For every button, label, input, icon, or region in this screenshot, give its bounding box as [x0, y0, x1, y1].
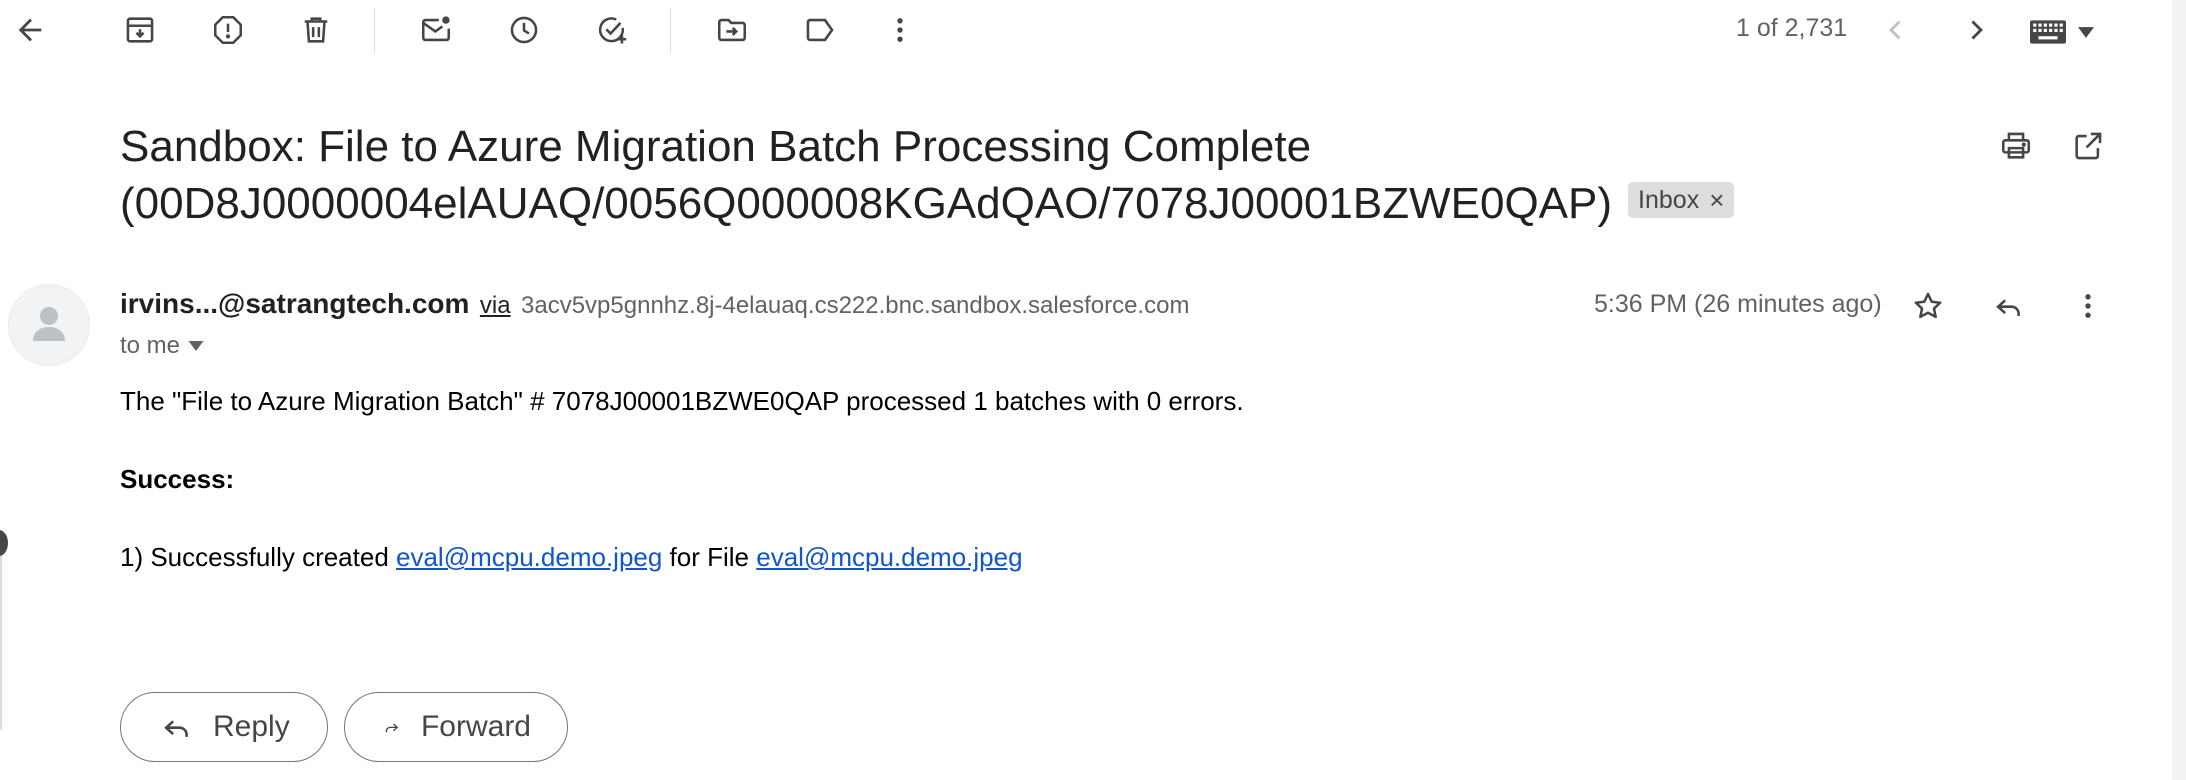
report-spam-button[interactable]	[200, 2, 256, 58]
inbox-label-text: Inbox	[1638, 186, 1700, 215]
sender-avatar[interactable]	[8, 284, 90, 366]
move-to-folder-icon	[717, 18, 747, 42]
subject-line-2-text: (00D8J0000004elAUAQ/0056Q000008KGAdQAO/7…	[120, 179, 1613, 228]
snooze-button[interactable]	[496, 2, 552, 58]
email-subject: Sandbox: File to Azure Migration Batch P…	[120, 118, 2000, 232]
chevron-left-icon	[1889, 20, 1901, 40]
chevron-right-icon	[1971, 20, 1983, 40]
body-line-1: The "File to Azure Migration Batch" # 70…	[120, 386, 1244, 416]
forward-icon	[385, 723, 399, 733]
inbox-label-chip: Inbox ×	[1628, 182, 1735, 219]
back-button[interactable]	[2, 2, 58, 58]
success-heading: Success:	[120, 464, 235, 494]
trash-icon	[304, 17, 328, 43]
source-file-link[interactable]: eval@mcpu.demo.jpeg	[756, 542, 1022, 572]
reply-label: Reply	[213, 710, 290, 743]
caret-down-icon	[2078, 26, 2094, 38]
sender-line: irvins...@satrangtech.com via 3acv5vp5gn…	[120, 288, 1189, 320]
label-icon	[806, 18, 834, 42]
arrow-left-icon	[18, 18, 42, 42]
keyboard-icon	[2030, 20, 2066, 44]
more-options-button[interactable]	[872, 2, 928, 58]
sender-name[interactable]: irvins...@satrangtech.com	[120, 288, 469, 319]
message-counter: 1 of 2,731	[1736, 14, 1848, 42]
forward-label: Forward	[420, 710, 531, 743]
email-timestamp: 5:36 PM (26 minutes ago)	[1594, 290, 1882, 318]
toolbar-separator	[670, 8, 671, 52]
move-to-button[interactable]	[704, 2, 760, 58]
reply-icon-button[interactable]	[1980, 278, 2036, 334]
side-panel-handle[interactable]	[0, 530, 8, 556]
delete-button[interactable]	[288, 2, 344, 58]
recipient-label: to me	[120, 332, 181, 359]
item-prefix: 1) Successfully created	[120, 542, 397, 572]
star-button[interactable]	[1900, 278, 1956, 334]
item-middle: for File	[662, 542, 757, 572]
reply-icon	[1996, 299, 2020, 316]
archive-icon	[126, 17, 154, 43]
scrollbar-track[interactable]	[2172, 0, 2186, 780]
subject-line-2: (00D8J0000004elAUAQ/0056Q000008KGAdQAO/7…	[120, 175, 2000, 232]
open-in-new-window-button[interactable]	[2060, 118, 2116, 174]
newer-button[interactable]	[1868, 2, 1924, 58]
message-more-button[interactable]	[2060, 278, 2116, 334]
open-in-new-icon	[2075, 132, 2102, 160]
remove-label-button[interactable]: ×	[1709, 185, 1724, 215]
add-task-icon	[598, 17, 627, 44]
toolbar-separator	[374, 8, 375, 52]
forward-button[interactable]: Forward	[344, 692, 568, 762]
mark-unread-icon	[421, 16, 451, 42]
archive-button[interactable]	[112, 2, 168, 58]
clock-icon	[510, 16, 538, 44]
reply-button[interactable]: Reply	[120, 692, 328, 762]
more-vert-icon	[897, 18, 903, 42]
labels-button[interactable]	[792, 2, 848, 58]
left-edge-line	[0, 530, 2, 730]
add-to-tasks-button[interactable]	[584, 2, 640, 58]
mark-unread-button[interactable]	[408, 2, 464, 58]
recipient-details-toggle[interactable]: to me	[120, 332, 204, 360]
older-button[interactable]	[1948, 2, 2004, 58]
print-icon	[2001, 132, 2031, 159]
via-domain: 3acv5vp5gnnhz.8j-4elauaq.cs222.bnc.sandb…	[521, 292, 1190, 319]
subject-line-1: Sandbox: File to Azure Migration Batch P…	[120, 122, 1312, 171]
star-icon	[1914, 292, 1942, 319]
report-spam-icon	[213, 15, 243, 45]
created-file-link[interactable]: eval@mcpu.demo.jpeg	[396, 542, 662, 572]
default-person-icon	[33, 307, 65, 341]
caret-down-icon	[188, 341, 204, 351]
body-item-1: 1) Successfully created eval@mcpu.demo.j…	[120, 542, 1023, 573]
more-vert-icon	[2085, 294, 2091, 318]
reply-icon	[164, 720, 188, 737]
input-tools-button[interactable]	[2030, 14, 2102, 50]
via-link[interactable]: via	[480, 292, 511, 319]
print-button[interactable]	[1988, 118, 2044, 174]
